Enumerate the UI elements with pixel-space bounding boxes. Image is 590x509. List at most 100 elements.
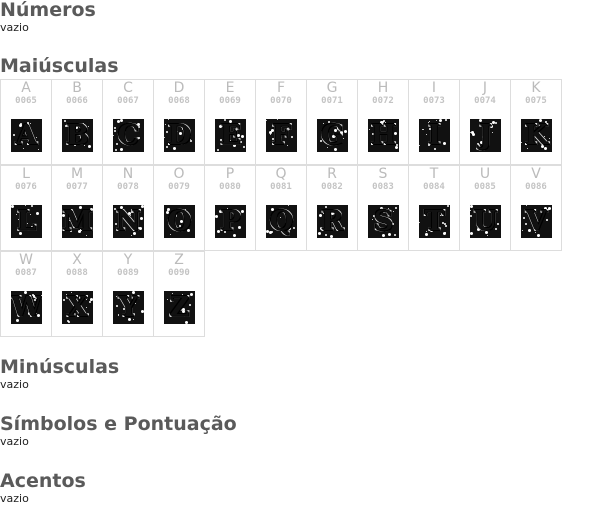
glyph-cell[interactable]: H 0072 H bbox=[357, 79, 409, 165]
glyph-cell[interactable]: A 0065 A bbox=[0, 79, 52, 165]
glyph-character-label: Y bbox=[123, 252, 133, 268]
glyph-preview-letter: X bbox=[66, 291, 89, 324]
glyph-cell[interactable]: P 0080 P bbox=[204, 165, 256, 251]
glyph-preview-image: B bbox=[62, 119, 93, 152]
glyph-preview-image: J bbox=[470, 119, 501, 152]
glyph-code-label: 0076 bbox=[15, 182, 37, 192]
glyph-cell[interactable]: W 0087 W bbox=[0, 251, 52, 337]
glyph-character-label: H bbox=[377, 80, 389, 96]
glyph-cell[interactable]: M 0077 M bbox=[51, 165, 103, 251]
glyph-code-label: 0075 bbox=[525, 96, 547, 106]
glyph-cell[interactable]: Z 0090 Z bbox=[153, 251, 205, 337]
glyph-preview-letter: G bbox=[320, 119, 345, 152]
glyph-code-label: 0069 bbox=[219, 96, 241, 106]
glyph-cell[interactable]: E 0069 E bbox=[204, 79, 256, 165]
glyph-code-label: 0080 bbox=[219, 182, 241, 192]
glyph-preview-letter: K bbox=[524, 119, 550, 152]
glyph-cell[interactable]: I 0073 I bbox=[408, 79, 460, 165]
glyph-cell[interactable]: J 0074 J bbox=[459, 79, 511, 165]
glyph-character-label: I bbox=[431, 80, 437, 96]
glyph-code-label: 0065 bbox=[15, 96, 37, 106]
glyph-cell[interactable]: Q 0081 Q bbox=[255, 165, 307, 251]
glyph-preview-image: E bbox=[215, 119, 246, 152]
section-numeros: Números vazio bbox=[0, 0, 96, 34]
glyph-cell[interactable]: C 0067 C bbox=[102, 79, 154, 165]
glyph-preview-letter: U bbox=[473, 205, 499, 238]
glyph-preview-letter: M bbox=[62, 205, 93, 238]
glyph-cell[interactable]: L 0076 L bbox=[0, 165, 52, 251]
glyph-preview-image: Q bbox=[266, 205, 297, 238]
glyph-preview-letter: T bbox=[423, 205, 445, 238]
glyph-character-label: P bbox=[225, 166, 235, 182]
empty-note-acentos: vazio bbox=[0, 492, 29, 505]
glyph-preview-letter: Y bbox=[118, 291, 139, 324]
glyph-character-label: D bbox=[173, 80, 185, 96]
glyph-preview-letter: W bbox=[11, 291, 42, 324]
glyph-cell[interactable]: U 0085 U bbox=[459, 165, 511, 251]
glyph-character-label: R bbox=[327, 166, 337, 182]
glyph-preview-image: A bbox=[11, 119, 42, 152]
glyph-cell[interactable]: Y 0089 Y bbox=[102, 251, 154, 337]
glyph-preview-image: I bbox=[419, 119, 450, 152]
glyph-preview-letter: J bbox=[478, 119, 493, 152]
glyph-cell[interactable]: N 0078 N bbox=[102, 165, 154, 251]
glyph-preview-letter: V bbox=[525, 205, 548, 238]
glyph-character-label: Z bbox=[174, 252, 184, 268]
glyph-code-label: 0071 bbox=[321, 96, 343, 106]
glyph-preview-letter: N bbox=[115, 205, 142, 238]
glyph-code-label: 0082 bbox=[321, 182, 343, 192]
glyph-preview-image: W bbox=[11, 291, 42, 324]
glyph-character-label: E bbox=[225, 80, 235, 96]
glyph-code-label: 0079 bbox=[168, 182, 190, 192]
glyph-preview-letter: S bbox=[373, 205, 394, 238]
glyph-character-label: O bbox=[173, 166, 185, 182]
glyph-preview-image: R bbox=[317, 205, 348, 238]
glyph-preview-image: P bbox=[215, 205, 246, 238]
glyph-cell[interactable]: D 0068 D bbox=[153, 79, 205, 165]
glyph-preview-letter: F bbox=[271, 119, 292, 152]
empty-note-minusculas: vazio bbox=[0, 378, 29, 391]
glyph-character-label: V bbox=[531, 166, 541, 182]
glyph-preview-letter: D bbox=[167, 119, 192, 152]
glyph-code-label: 0074 bbox=[474, 96, 496, 106]
glyph-cell[interactable]: F 0070 F bbox=[255, 79, 307, 165]
section-maiusculas: Maiúsculas bbox=[0, 56, 119, 77]
glyph-code-label: 0087 bbox=[15, 268, 37, 278]
glyph-code-label: 0090 bbox=[168, 268, 190, 278]
glyph-preview-image: D bbox=[164, 119, 195, 152]
glyph-character-label: F bbox=[276, 80, 286, 96]
glyph-code-label: 0081 bbox=[270, 182, 292, 192]
glyph-grid-maiusculas: A 0065 A B 0066 B C 0067 C D 0068 D E 0069 E F 0070 F G 007… bbox=[0, 79, 570, 337]
glyph-code-label: 0070 bbox=[270, 96, 292, 106]
glyph-preview-image: G bbox=[317, 119, 348, 152]
empty-note-simbolos: vazio bbox=[0, 435, 29, 448]
glyph-preview-image: O bbox=[164, 205, 195, 238]
glyph-preview-image: Y bbox=[113, 291, 144, 324]
glyph-cell[interactable]: K 0075 K bbox=[510, 79, 562, 165]
glyph-cell[interactable]: R 0082 R bbox=[306, 165, 358, 251]
glyph-character-label: X bbox=[72, 252, 82, 268]
glyph-cell[interactable]: S 0083 S bbox=[357, 165, 409, 251]
glyph-preview-image: U bbox=[470, 205, 501, 238]
glyph-preview-letter: A bbox=[15, 119, 38, 152]
glyph-character-label: C bbox=[123, 80, 133, 96]
glyph-cell[interactable]: B 0066 B bbox=[51, 79, 103, 165]
glyph-code-label: 0084 bbox=[423, 182, 445, 192]
glyph-preview-image: L bbox=[11, 205, 42, 238]
glyph-code-label: 0073 bbox=[423, 96, 445, 106]
glyph-preview-letter: B bbox=[65, 119, 90, 152]
glyph-preview-letter: Z bbox=[169, 291, 191, 324]
glyph-preview-letter: E bbox=[219, 119, 242, 152]
glyph-character-label: W bbox=[19, 252, 33, 268]
glyph-cell[interactable]: T 0084 T bbox=[408, 165, 460, 251]
glyph-code-label: 0077 bbox=[66, 182, 88, 192]
glyph-cell[interactable]: X 0088 X bbox=[51, 251, 103, 337]
glyph-character-label: T bbox=[429, 166, 439, 182]
glyph-character-label: L bbox=[22, 166, 30, 182]
glyph-code-label: 0088 bbox=[66, 268, 88, 278]
glyph-preview-image: F bbox=[266, 119, 297, 152]
glyph-cell[interactable]: O 0079 O bbox=[153, 165, 205, 251]
glyph-preview-image: S bbox=[368, 205, 399, 238]
glyph-cell[interactable]: V 0086 V bbox=[510, 165, 562, 251]
glyph-cell[interactable]: G 0071 G bbox=[306, 79, 358, 165]
